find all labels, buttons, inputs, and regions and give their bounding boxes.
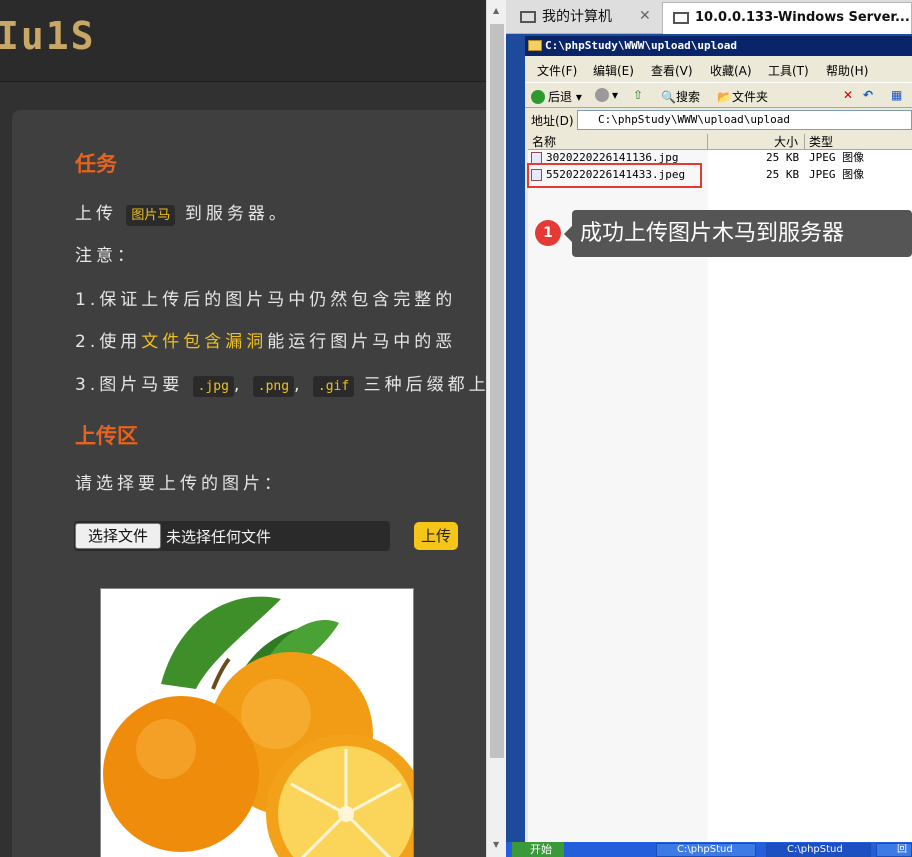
scroll-up-icon[interactable]: ▲ [493, 6, 499, 15]
column-headers: 名称 大小 类型 [528, 134, 912, 150]
task-heading: 任务 [75, 152, 117, 176]
site-logo: Iu1S [0, 14, 96, 58]
file-explorer: C:\phpStudy\WWW\upload\upload 文件(F) 编辑(E… [525, 36, 912, 842]
note2-prefix: 2.使用 [75, 332, 142, 352]
explorer-title: C:\phpStudy\WWW\upload\upload [545, 39, 738, 52]
views-icon[interactable]: ▦ [891, 88, 902, 102]
file-type: JPEG 图像 [809, 151, 865, 164]
file-input[interactable]: 选择文件 未选择任何文件 [74, 521, 390, 551]
search-label: 搜索 [675, 90, 700, 104]
menu-file[interactable]: 文件(F) [537, 62, 577, 79]
up-folder-icon[interactable]: ⇧ [633, 88, 643, 102]
web-page: Iu1S 任务 上传 图片马 到服务器。 注意： 1.保证上传后的图片马中仍然包… [0, 0, 486, 857]
note-2: 2.使用文件包含漏洞能运行图片马中的恶 [75, 327, 456, 352]
search-button[interactable]: 🔍搜索 [661, 88, 700, 105]
note2-highlight: 文件包含漏洞 [141, 332, 268, 352]
note-3: 3.图片马要 .jpg, .png, .gif 三种后缀都上 [75, 370, 486, 397]
address-input[interactable]: C:\phpStudy\WWW\upload\upload [577, 110, 912, 130]
close-icon[interactable]: ✕ [639, 8, 651, 24]
search-icon: 🔍 [661, 90, 676, 104]
taskbar-item-3[interactable]: 回 [876, 843, 912, 857]
menu-view[interactable]: 查看(V) [651, 62, 693, 79]
column-name[interactable]: 名称 [528, 134, 708, 150]
task-description: 上传 图片马 到服务器。 [75, 199, 290, 226]
upload-button[interactable]: 上传 [414, 522, 458, 550]
ext-png: .png [252, 376, 295, 397]
vm-icon [673, 11, 689, 24]
file-size: 25 KB [766, 168, 800, 181]
menu-tools[interactable]: 工具(T) [768, 62, 809, 79]
back-label: 后退 [548, 90, 573, 104]
folder-icon [528, 40, 542, 51]
folders-button[interactable]: 📂文件夹 [717, 88, 768, 105]
page-scrollbar[interactable]: ▲ ▼ [486, 0, 506, 857]
choose-file-button[interactable]: 选择文件 [75, 523, 161, 549]
callout-text: 成功上传图片木马到服务器 [572, 210, 912, 257]
comma-1: , [233, 375, 244, 395]
note3-prefix: 3.图片马要 [75, 375, 184, 395]
task-suffix: 到服务器。 [184, 204, 290, 224]
menu-edit[interactable]: 编辑(E) [593, 62, 634, 79]
choose-prompt: 请选择要上传的图片： [75, 474, 285, 494]
task-code: 图片马 [126, 205, 176, 226]
tab-windows-server[interactable]: 10.0.0.133-Windows Server... [662, 2, 912, 34]
vm-tab-bar: 我的计算机 ✕ 10.0.0.133-Windows Server... [506, 0, 912, 34]
forward-icon [595, 88, 609, 102]
column-size[interactable]: 大小 [708, 134, 805, 150]
folders-label: 文件夹 [731, 90, 768, 104]
site-header: Iu1S [0, 0, 486, 82]
comma-2: , [294, 375, 304, 395]
file-status: 未选择任何文件 [166, 528, 272, 546]
highlight-box [527, 163, 702, 188]
taskbar-item-explorer[interactable]: C:\phpStud [656, 843, 756, 857]
column-type[interactable]: 类型 [805, 134, 912, 150]
menu-favorites[interactable]: 收藏(A) [710, 62, 752, 79]
toolbar: 后退 ▾ ▾ ⇧ 🔍搜索 📂文件夹 ✕ ↶ ▦ [525, 82, 912, 108]
task-prefix: 上传 [75, 204, 117, 224]
note-1: 1.保证上传后的图片马中仍然包含完整的 [75, 290, 457, 310]
forward-button[interactable]: ▾ [595, 88, 618, 102]
back-icon [531, 90, 545, 104]
note3-suffix: 三种后缀都上 [363, 375, 486, 395]
menu-bar: 文件(F) 编辑(E) 查看(V) 收藏(A) 工具(T) 帮助(H) [525, 58, 912, 80]
notice-label: 注意： [75, 246, 138, 266]
orange-image [103, 596, 413, 857]
ext-jpg: .jpg [192, 376, 234, 397]
callout-badge: 1 [535, 220, 561, 246]
folders-icon: 📂 [717, 90, 732, 104]
tab-my-computer[interactable]: 我的计算机 [520, 2, 612, 34]
callout-arrow [564, 226, 572, 242]
delete-icon[interactable]: ✕ [843, 88, 853, 102]
menu-help[interactable]: 帮助(H) [826, 62, 868, 79]
address-bar: 地址(D) C:\phpStudy\WWW\upload\upload [525, 109, 912, 131]
upload-heading: 上传区 [75, 424, 138, 448]
taskbar-item-explorer-active[interactable]: C:\phpStud [766, 843, 871, 857]
file-size: 25 KB [766, 151, 800, 164]
monitor-icon [520, 11, 536, 23]
scroll-thumb[interactable] [490, 24, 504, 758]
scroll-down-icon[interactable]: ▼ [493, 840, 499, 849]
address-label: 地址(D) [531, 114, 574, 128]
undo-icon[interactable]: ↶ [863, 88, 873, 102]
back-button[interactable]: 后退 ▾ [531, 88, 582, 105]
note2-suffix: 能运行图片马中的恶 [267, 332, 457, 352]
file-type: JPEG 图像 [809, 168, 865, 181]
vm-window: 我的计算机 ✕ 10.0.0.133-Windows Server... C:\… [506, 0, 912, 857]
taskbar: 开始 C:\phpStud C:\phpStud 回 [506, 842, 912, 857]
tab1-label: 我的计算机 [542, 9, 612, 25]
explorer-title-bar: C:\phpStudy\WWW\upload\upload [525, 36, 912, 56]
ext-gif: .gif [312, 376, 355, 397]
tab2-label: 10.0.0.133-Windows Server... [695, 10, 910, 25]
uploaded-image-preview [100, 588, 414, 857]
start-button[interactable]: 开始 [512, 842, 564, 857]
